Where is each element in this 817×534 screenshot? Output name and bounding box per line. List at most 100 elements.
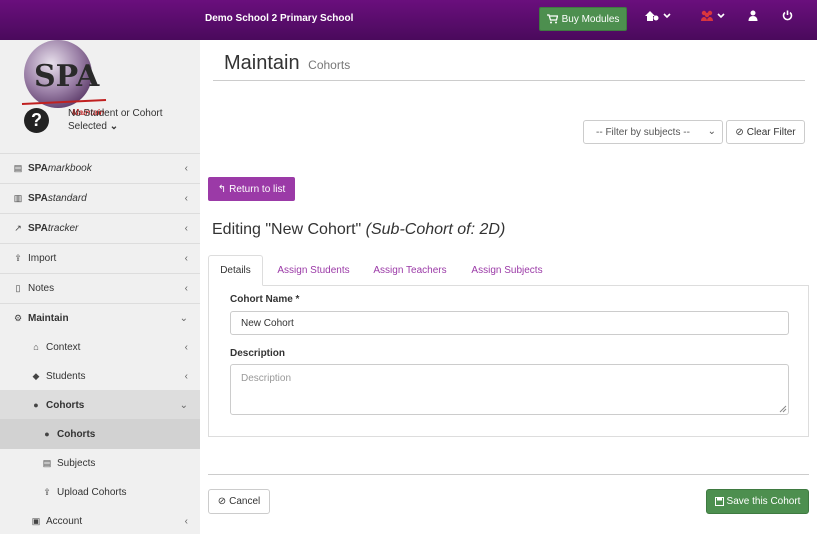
- chevron-left-icon: ‹: [184, 370, 188, 382]
- chevron-down-icon: ⌄: [179, 399, 188, 411]
- page-title-text: Maintain: [224, 52, 300, 74]
- cancel-label: Cancel: [229, 496, 261, 507]
- chevron-left-icon: ‹: [184, 341, 188, 353]
- sidebar-item-spastandard[interactable]: ▥ SPAstandard ‹: [0, 183, 200, 213]
- return-to-list-label: Return to list: [229, 183, 286, 195]
- chevron-left-icon: ‹: [184, 193, 188, 204]
- page-subtitle: Cohorts: [308, 58, 351, 72]
- tab-assign-students[interactable]: Assign Students: [267, 255, 360, 286]
- chevron-down-icon: ⌄: [109, 121, 119, 132]
- return-to-list-button[interactable]: ↰ Return to list: [208, 177, 295, 201]
- sidebar-item-label: Students: [46, 370, 86, 382]
- book-icon: ▤: [13, 163, 23, 173]
- sidebar-subitem-cohorts[interactable]: ● Cohorts: [0, 419, 200, 449]
- chevron-left-icon: ‹: [184, 223, 188, 234]
- tab-label: Assign Teachers: [373, 265, 447, 276]
- home-icon: ⌂: [33, 342, 39, 352]
- title-divider: [213, 80, 805, 81]
- tab-label: Details: [220, 265, 251, 276]
- line-chart-icon: ↗: [14, 223, 22, 233]
- sidebar-item-spatracker[interactable]: ↗ SPAtracker ‹: [0, 213, 200, 243]
- top-navbar: Demo School 2 Primary School Buy Modules: [0, 0, 817, 40]
- users-icon: [701, 10, 713, 21]
- upload-icon: ⇪: [43, 486, 51, 497]
- sidebar-item-spamarkbook[interactable]: ▤ SPAmarkbook ‹: [0, 153, 200, 183]
- logo-text: SPA: [34, 59, 100, 94]
- buy-modules-label: Buy Modules: [561, 13, 620, 25]
- tab-bar: Details Assign Students Assign Teachers …: [208, 255, 809, 286]
- school-menu[interactable]: [644, 10, 671, 22]
- user-profile-button[interactable]: [748, 10, 758, 21]
- footer-divider: [208, 474, 809, 475]
- users-icon: ●: [33, 400, 39, 410]
- ban-icon: ⊘: [735, 126, 744, 138]
- sidebar-item-notes[interactable]: ▯ Notes ‹: [0, 273, 200, 303]
- lock-icon: ▣: [31, 515, 41, 526]
- cohort-name-label: Cohort Name *: [230, 294, 300, 305]
- users-icon: ●: [44, 429, 50, 439]
- sidebar-item-label: Account: [46, 515, 83, 527]
- tab-assign-subjects[interactable]: Assign Subjects: [461, 255, 553, 286]
- upload-icon: ⇪: [14, 253, 22, 263]
- chevron-left-icon: ‹: [184, 253, 188, 264]
- cogs-icon: ⚙: [13, 313, 23, 323]
- sidebar-item-import[interactable]: ⇪ Import ‹: [0, 243, 200, 273]
- user-icon: [748, 10, 758, 21]
- resize-grip-icon[interactable]: [779, 405, 787, 413]
- sidebar-subitem-subjects[interactable]: ▤ Subjects: [0, 448, 200, 478]
- editing-prefix: Editing "New Cohort": [212, 221, 362, 238]
- floppy-disk-icon: [714, 497, 724, 506]
- sidebar-item-maintain[interactable]: ⚙ Maintain ⌄: [0, 303, 200, 333]
- home-icon: [645, 11, 659, 21]
- tab-assign-teachers[interactable]: Assign Teachers: [365, 255, 455, 286]
- editing-subcohort: (Sub-Cohort of: 2D): [365, 221, 506, 238]
- no-selection-line1: No Student or Cohort: [68, 108, 163, 119]
- users-menu[interactable]: [700, 10, 725, 22]
- spamarkbook-suffix: markbook: [47, 163, 92, 174]
- logout-button[interactable]: [782, 10, 793, 21]
- description-textarea[interactable]: Description: [230, 364, 789, 415]
- description-placeholder: Description: [241, 373, 292, 384]
- graduation-cap-icon: ◆: [32, 370, 40, 381]
- page-title: Maintain Cohorts: [224, 52, 350, 75]
- spatracker-suffix: tracker: [47, 223, 79, 234]
- reply-arrow-icon: ↰: [217, 183, 227, 195]
- spatracker-prefix: SPA: [28, 223, 48, 234]
- buy-modules-button[interactable]: Buy Modules: [539, 7, 627, 31]
- sidebar-item-label: Subjects: [57, 457, 96, 469]
- file-icon: ▯: [15, 283, 21, 293]
- clear-filter-label: Clear Filter: [746, 126, 796, 138]
- selection-status[interactable]: ? No Student or Cohort Selected ⌄: [0, 102, 200, 152]
- tab-details[interactable]: Details: [208, 255, 263, 286]
- chevron-down-icon: [663, 13, 671, 19]
- cancel-button[interactable]: ⊘ Cancel: [208, 489, 270, 514]
- sidebar-item-label: Cohorts: [46, 399, 85, 411]
- sidebar-subitem-upload-cohorts[interactable]: ⇪ Upload Cohorts: [0, 477, 200, 507]
- sidebar-item-students[interactable]: ◆ Students ‹: [0, 361, 200, 391]
- bar-chart-icon: ▥: [13, 193, 23, 203]
- spamarkbook-prefix: SPA: [28, 163, 48, 174]
- chevron-left-icon: ‹: [184, 163, 188, 174]
- chevron-left-icon: ‹: [184, 283, 188, 294]
- sidebar-item-context[interactable]: ⌂ Context ‹: [0, 332, 200, 362]
- main-content: Maintain Cohorts -- Filter by subjects -…: [200, 40, 817, 534]
- chevron-down-icon: [717, 13, 725, 19]
- save-cohort-button[interactable]: Save this Cohort: [706, 489, 809, 514]
- sidebar-item-label: Import: [28, 253, 57, 264]
- sidebar-item-label: Cohorts: [57, 428, 96, 440]
- filter-subjects-value: -- Filter by subjects --: [596, 126, 690, 138]
- sidebar: SPA Maintain ? No Student or Cohort Sele…: [0, 40, 200, 534]
- chevron-left-icon: ‹: [184, 515, 188, 527]
- cohort-name-input[interactable]: New Cohort: [230, 311, 789, 335]
- filter-subjects-select[interactable]: -- Filter by subjects -- ⌄: [583, 120, 723, 144]
- list-icon: ▤: [42, 457, 52, 468]
- sidebar-item-account[interactable]: ▣ Account ‹: [0, 506, 200, 534]
- chevron-down-icon: ⌄: [707, 126, 716, 137]
- no-selection-line2: Selected: [68, 121, 107, 132]
- editing-heading: Editing "New Cohort" (Sub-Cohort of: 2D): [212, 221, 505, 239]
- clear-filter-button[interactable]: ⊘ Clear Filter: [726, 120, 805, 144]
- sidebar-item-cohorts[interactable]: ● Cohorts ⌄: [0, 390, 200, 420]
- chevron-down-icon: ⌄: [179, 313, 188, 324]
- tab-label: Assign Subjects: [471, 265, 543, 276]
- sidebar-item-label: Upload Cohorts: [57, 486, 127, 498]
